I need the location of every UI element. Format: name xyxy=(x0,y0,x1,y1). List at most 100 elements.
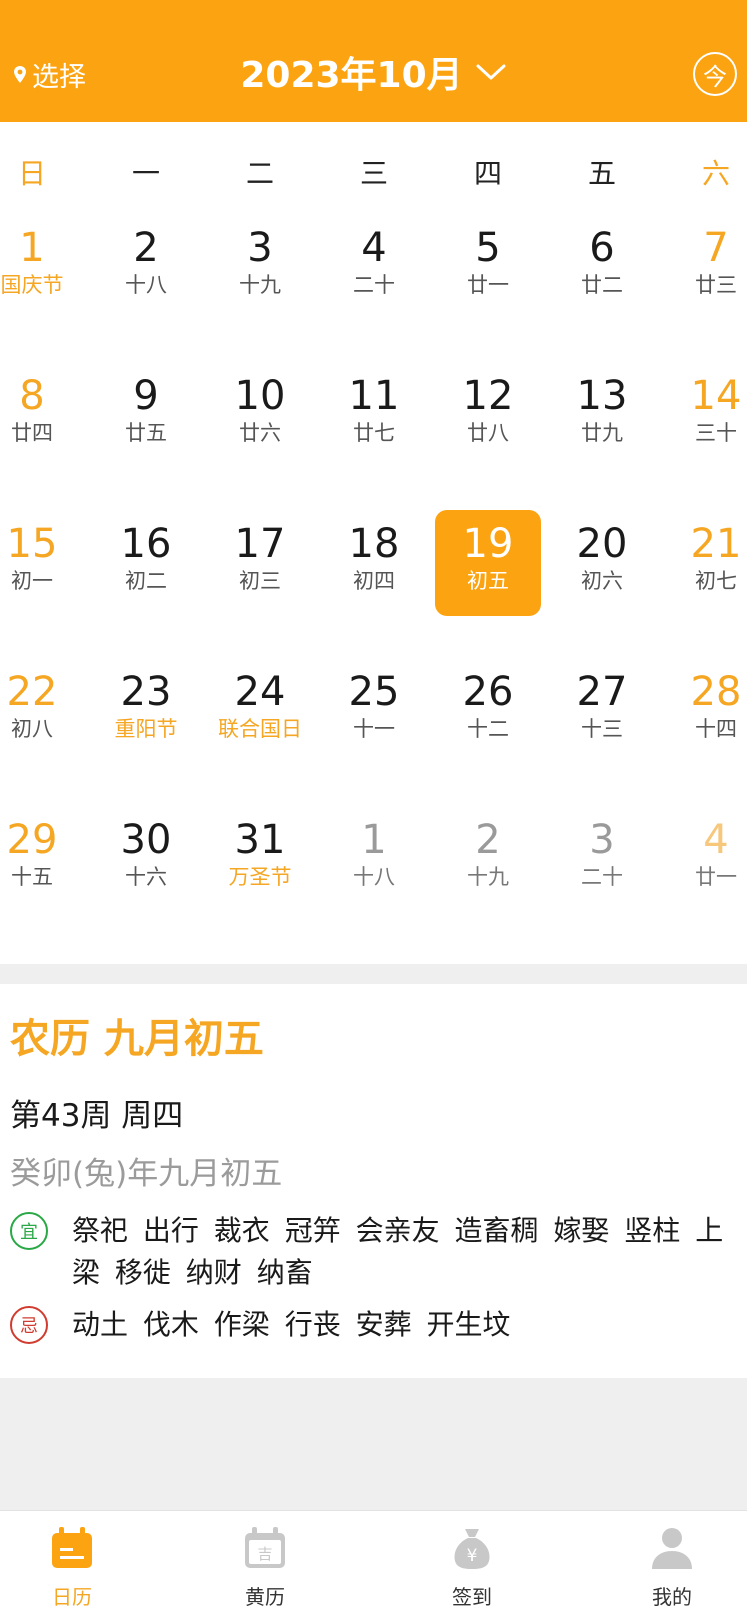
lunar-date-label: 十二 xyxy=(467,717,509,741)
day-cell[interactable]: 25 十一 xyxy=(321,658,427,764)
day-cell-selected[interactable]: 19 初五 xyxy=(435,510,541,616)
day-cell[interactable]: 7 廿三 xyxy=(663,214,747,320)
day-number: 28 xyxy=(690,669,742,715)
day-number: 30 xyxy=(120,817,172,863)
nav-label: 签到 xyxy=(452,1585,492,1609)
day-cell[interactable]: 8 廿四 xyxy=(0,362,85,468)
day-number: 18 xyxy=(348,521,400,567)
lunar-date-label: 十九 xyxy=(239,273,281,297)
almanac-icon: 吉 xyxy=(245,1527,285,1568)
weekday-label: 日 xyxy=(17,157,46,190)
lunar-date-label: 十一 xyxy=(353,717,395,741)
app-header: 选择 2023年10月 今 xyxy=(0,0,747,122)
day-number: 3 xyxy=(589,817,615,863)
svg-text:吉: 吉 xyxy=(257,1545,272,1563)
nav-item-almanac[interactable]: 吉 黄历 xyxy=(205,1525,325,1610)
lunar-date-label: 十八 xyxy=(125,273,167,297)
day-number: 11 xyxy=(348,373,400,419)
chevron-down-icon xyxy=(476,64,506,80)
lunar-date-label: 初二 xyxy=(125,569,167,593)
weekday-label: 二 xyxy=(245,157,274,190)
day-number: 1 xyxy=(19,225,45,271)
day-cell[interactable]: 31 万圣节 xyxy=(207,806,313,912)
day-number: 4 xyxy=(361,225,387,271)
day-cell[interactable]: 2 十九 xyxy=(435,806,541,912)
day-cell[interactable]: 6 廿二 xyxy=(549,214,655,320)
ji-icon: 忌 xyxy=(10,1306,48,1344)
lunar-date-label: 十五 xyxy=(11,865,53,889)
day-cell[interactable]: 17 初三 xyxy=(207,510,313,616)
day-cell[interactable]: 12 廿八 xyxy=(435,362,541,468)
day-number: 4 xyxy=(703,817,729,863)
day-cell[interactable]: 3 二十 xyxy=(549,806,655,912)
day-number: 31 xyxy=(234,817,286,863)
day-number: 8 xyxy=(19,373,45,419)
lunar-date-label: 廿三 xyxy=(695,273,737,297)
lunar-date-label: 初六 xyxy=(581,569,623,593)
day-cell[interactable]: 9 廿五 xyxy=(93,362,199,468)
day-cell[interactable]: 1 国庆节 xyxy=(0,214,85,320)
day-cell[interactable]: 13 廿九 xyxy=(549,362,655,468)
lunar-date-label: 廿六 xyxy=(239,421,281,445)
day-cell[interactable]: 14 三十 xyxy=(663,362,747,468)
nav-item-checkin[interactable]: ¥ 签到 xyxy=(412,1525,532,1610)
day-cell[interactable]: 23 重阳节 xyxy=(93,658,199,764)
ganzhi-date: 癸卯(兔)年九月初五 xyxy=(10,1156,283,1192)
nav-label: 日历 xyxy=(52,1585,92,1609)
day-number: 15 xyxy=(6,521,58,567)
lunar-date-label: 初三 xyxy=(239,569,281,593)
week-number: 第43周 周四 xyxy=(10,1098,184,1134)
day-number: 9 xyxy=(133,373,159,419)
day-cell[interactable]: 22 初八 xyxy=(0,658,85,764)
lunar-date-label: 二十 xyxy=(581,865,623,889)
lunar-date-label: 廿五 xyxy=(125,421,167,445)
day-cell[interactable]: 21 初七 xyxy=(663,510,747,616)
day-cell[interactable]: 26 十二 xyxy=(435,658,541,764)
day-cell[interactable]: 30 十六 xyxy=(93,806,199,912)
day-number: 21 xyxy=(690,521,742,567)
day-cell[interactable]: 16 初二 xyxy=(93,510,199,616)
calendar-page: 选择 2023年10月 今 日一二三四五六 1 国庆节 2 十八 3 十九 4 二十 5 廿一 6 廿… xyxy=(0,0,747,1621)
svg-text:¥: ¥ xyxy=(467,1546,478,1566)
day-cell[interactable]: 15 初一 xyxy=(0,510,85,616)
lunar-date-label: 三十 xyxy=(695,421,737,445)
day-cell[interactable]: 27 十三 xyxy=(549,658,655,764)
day-cell[interactable]: 24 联合国日 xyxy=(207,658,313,764)
day-cell[interactable]: 5 廿一 xyxy=(435,214,541,320)
month-picker[interactable]: 2023年10月 xyxy=(0,46,747,98)
lunar-date-label: 二十 xyxy=(353,273,395,297)
day-cell[interactable]: 28 十四 xyxy=(663,658,747,764)
ji-activities: 动土 伐木 作梁 行丧 安葬 开生坟 xyxy=(72,1308,511,1341)
nav-item-profile[interactable]: 我的 xyxy=(612,1525,732,1610)
day-cell[interactable]: 4 二十 xyxy=(321,214,427,320)
today-button[interactable]: 今 xyxy=(693,52,737,96)
day-cell[interactable]: 10 廿六 xyxy=(207,362,313,468)
day-cell[interactable]: 1 十八 xyxy=(321,806,427,912)
day-number: 5 xyxy=(475,225,501,271)
day-number: 2 xyxy=(133,225,159,271)
day-cell[interactable]: 20 初六 xyxy=(549,510,655,616)
day-number: 17 xyxy=(234,521,286,567)
nav-label: 我的 xyxy=(652,1585,692,1609)
day-number: 20 xyxy=(576,521,628,567)
day-number: 14 xyxy=(690,373,742,419)
money-bag-icon: ¥ xyxy=(454,1529,490,1569)
day-number: 24 xyxy=(234,669,286,715)
day-cell[interactable]: 3 十九 xyxy=(207,214,313,320)
lunar-date-label: 十九 xyxy=(467,865,509,889)
weekday-label: 六 xyxy=(701,157,730,190)
day-info-panel: 农历 九月初五 第43周 周四 癸卯(兔)年九月初五 宜 祭祀 出行 裁衣 冠笄… xyxy=(0,984,747,1378)
day-cell[interactable]: 4 廿一 xyxy=(663,806,747,912)
nav-item-calendar[interactable]: 日历 xyxy=(12,1525,132,1610)
day-number: 6 xyxy=(589,225,615,271)
day-cell[interactable]: 2 十八 xyxy=(93,214,199,320)
day-cell[interactable]: 18 初四 xyxy=(321,510,427,616)
day-cell[interactable]: 29 十五 xyxy=(0,806,85,912)
user-icon xyxy=(652,1528,692,1569)
lunar-date-label: 十四 xyxy=(695,717,737,741)
day-number: 3 xyxy=(247,225,273,271)
day-cell[interactable]: 11 廿七 xyxy=(321,362,427,468)
lunar-date-label: 廿一 xyxy=(467,273,509,297)
lunar-date-label: 十六 xyxy=(125,865,167,889)
lunar-date-title: 农历 九月初五 xyxy=(10,1016,264,1062)
